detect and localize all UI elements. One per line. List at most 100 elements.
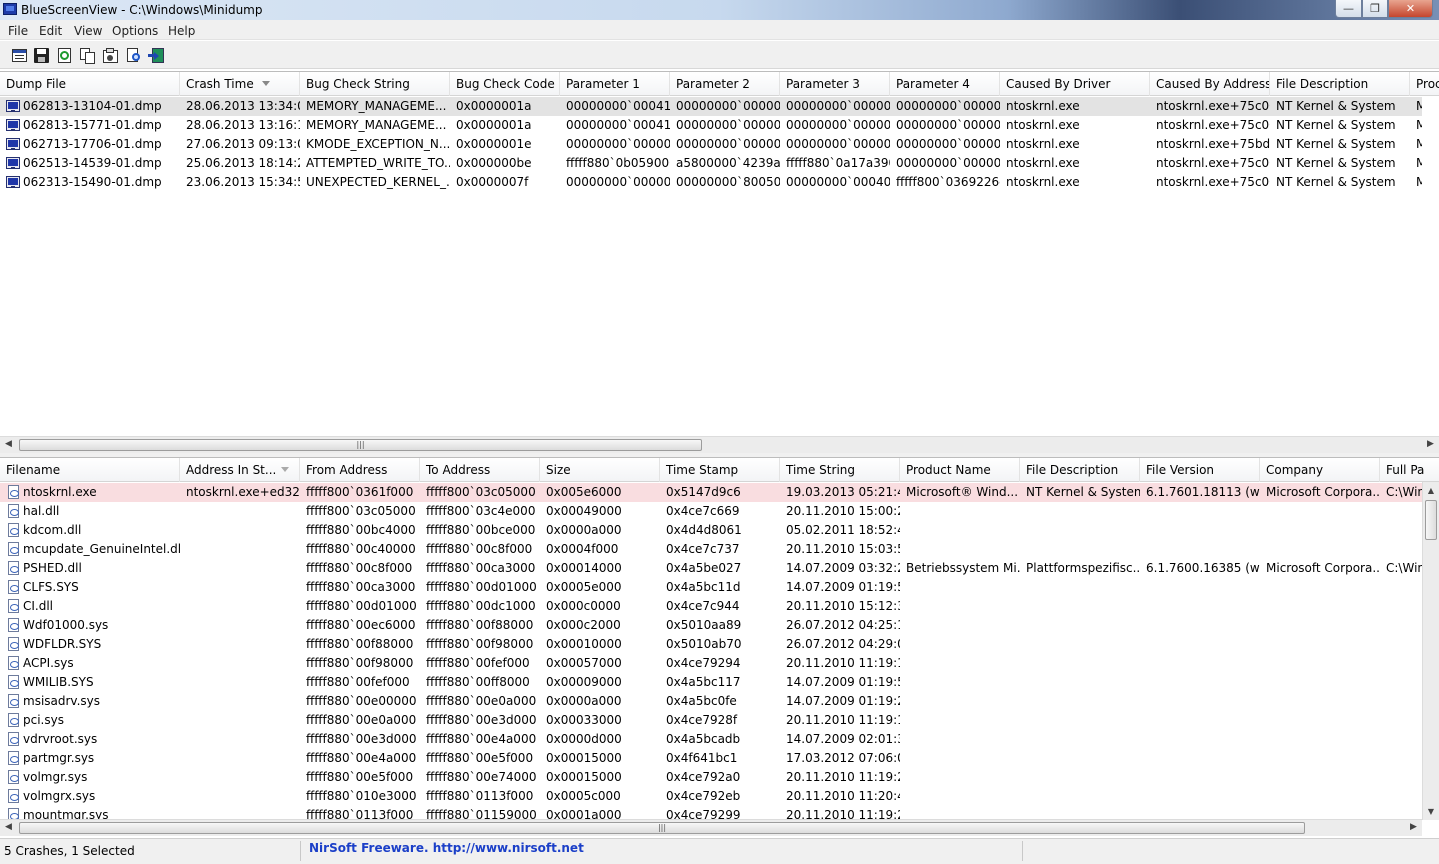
table-cell (1140, 578, 1260, 597)
column-header[interactable]: Crash Time (180, 72, 300, 96)
crash-list-horizontal-scrollbar[interactable]: ◀ ||| ▶ (0, 436, 1439, 453)
scrollbar-thumb[interactable]: ||| (19, 439, 702, 451)
table-row[interactable]: ntoskrnl.exe ntoskrnl.exe+ed32 fffff800`03… (0, 483, 1422, 502)
table-row[interactable]: kdcom.dll fffff880`00bc4000 fffff880`00bce… (0, 521, 1422, 540)
table-row[interactable]: partmgr.sys fffff880`00e4a000 fffff880`00e… (0, 749, 1422, 768)
close-button[interactable]: ✕ (1388, 0, 1433, 18)
table-cell (1140, 654, 1260, 673)
table-cell (1380, 787, 1422, 806)
column-header[interactable]: Time String (780, 458, 900, 482)
table-cell: 0x0000d000 (546, 732, 622, 746)
table-cell: 00000000`000000... (896, 99, 1000, 113)
column-header[interactable]: Parameter 1 (560, 72, 670, 96)
menu-edit[interactable]: Edit (39, 24, 62, 38)
table-row[interactable]: 062813-13104-01.dmp 28.06.2013 13:34:02 ME… (0, 97, 1422, 116)
exit-icon[interactable] (147, 46, 165, 64)
table-row[interactable]: volmgrx.sys fffff880`010e3000 fffff880`011… (0, 787, 1422, 806)
column-header[interactable]: Filename (0, 458, 180, 482)
table-cell (1020, 521, 1140, 540)
copy-icon[interactable] (78, 46, 96, 64)
column-header[interactable]: File Description (1270, 72, 1410, 96)
table-row[interactable]: 062513-14539-01.dmp 25.06.2013 18:14:22 AT… (0, 154, 1422, 173)
scroll-left-icon[interactable]: ◀ (0, 820, 17, 836)
crash-list[interactable]: Dump File Crash Time Bug Check String Bu… (0, 71, 1439, 453)
scroll-up-icon[interactable]: ▲ (1423, 482, 1439, 499)
table-row[interactable]: volmgr.sys fffff880`00e5f000 fffff880`00e7… (0, 768, 1422, 787)
maximize-button[interactable]: ❐ (1362, 0, 1388, 18)
column-header[interactable]: File Description (1020, 458, 1140, 482)
column-header[interactable]: Parameter 3 (780, 72, 890, 96)
table-cell: fffff880`00fef000 (306, 675, 410, 689)
find-icon[interactable] (124, 46, 142, 64)
scrollbar-thumb[interactable]: ||| (19, 822, 1305, 834)
table-row[interactable]: WDFLDR.SYS fffff880`00f88000 fffff880`00f9… (0, 635, 1422, 654)
advanced-options-icon[interactable] (101, 46, 119, 64)
menu-file[interactable]: File (8, 24, 28, 38)
table-row[interactable]: Wdf01000.sys fffff880`00ec6000 fffff880`00… (0, 616, 1422, 635)
save-icon[interactable] (32, 46, 50, 64)
column-header[interactable]: Proc (1410, 72, 1439, 96)
table-row[interactable]: vdrvroot.sys fffff880`00e3d000 fffff880`00… (0, 730, 1422, 749)
column-header[interactable]: From Address (300, 458, 420, 482)
column-header[interactable]: Parameter 4 (890, 72, 1000, 96)
table-row[interactable]: CLFS.SYS fffff880`00ca3000 fffff880`00d010… (0, 578, 1422, 597)
table-row[interactable]: msisadrv.sys fffff880`00e00000 fffff880`00… (0, 692, 1422, 711)
column-header[interactable]: Time Stamp (660, 458, 780, 482)
table-row[interactable]: 062313-15490-01.dmp 23.06.2013 15:34:53 UN… (0, 173, 1422, 192)
scroll-left-icon[interactable]: ◀ (0, 437, 17, 453)
column-header[interactable]: Company (1260, 458, 1380, 482)
table-cell: fffff880`00e5f000 (426, 751, 534, 765)
scroll-down-icon[interactable]: ▼ (1423, 803, 1439, 820)
refresh-icon[interactable] (55, 46, 73, 64)
scroll-right-icon[interactable]: ▶ (1405, 820, 1422, 836)
table-row[interactable]: PSHED.dll fffff880`00c8f000 fffff880`00ca3… (0, 559, 1422, 578)
column-header[interactable]: Caused By Address (1150, 72, 1270, 96)
table-cell: MEMORY_MANAGEME... (306, 99, 447, 113)
column-header[interactable]: Bug Check String (300, 72, 450, 96)
scroll-right-icon[interactable]: ▶ (1422, 437, 1439, 453)
properties-icon[interactable] (10, 46, 28, 64)
table-cell: fffff880`00e5f000 (306, 770, 414, 784)
table-row[interactable]: 062813-15771-01.dmp 28.06.2013 13:16:17 ME… (0, 116, 1422, 135)
table-cell (1020, 597, 1140, 616)
table-cell (1020, 635, 1140, 654)
table-cell: 20.11.2010 15:03:51 (786, 542, 900, 556)
driver-list[interactable]: Filename Address In St... From Address T… (0, 457, 1439, 836)
table-row[interactable]: WMILIB.SYS fffff880`00fef000 fffff880`00ff… (0, 673, 1422, 692)
table-row[interactable]: CI.dll fffff880`00d01000 fffff880`00dc1000… (0, 597, 1422, 616)
table-cell: 0x005e6000 (546, 485, 622, 499)
table-row[interactable]: pci.sys fffff880`00e0a000 fffff880`00e3d00… (0, 711, 1422, 730)
table-cell: 0x0000007f (456, 175, 529, 189)
table-cell (1260, 730, 1380, 749)
table-cell (1260, 521, 1380, 540)
column-header[interactable]: Parameter 2 (670, 72, 780, 96)
menu-help[interactable]: Help (168, 24, 195, 38)
table-row[interactable]: 062713-17706-01.dmp 27.06.2013 09:13:02 KM… (0, 135, 1422, 154)
column-header[interactable]: Product Name (900, 458, 1020, 482)
menu-options[interactable]: Options (112, 24, 158, 38)
column-header[interactable]: Full Pa (1380, 458, 1439, 482)
driver-list-vertical-scrollbar[interactable]: ▲ ▼ (1422, 482, 1439, 820)
table-cell: fffff880`0b059000 (566, 156, 670, 170)
table-row[interactable]: mcupdate_GenuineIntel.dll fffff880`00c400… (0, 540, 1422, 559)
table-cell (900, 578, 1020, 597)
minimize-button[interactable]: — (1335, 0, 1362, 18)
scrollbar-thumb[interactable] (1425, 500, 1437, 540)
table-row[interactable]: hal.dll fffff800`03c05000 fffff800`03c4e00… (0, 502, 1422, 521)
column-header[interactable]: Caused By Driver (1000, 72, 1150, 96)
table-cell: 0x00049000 (546, 504, 622, 518)
menu-bar: File Edit View Options Help (0, 20, 1439, 40)
column-header[interactable]: Bug Check Code (450, 72, 560, 96)
column-header[interactable]: To Address (420, 458, 540, 482)
nirsoft-link[interactable]: NirSoft Freeware. http://www.nirsoft.net (309, 841, 584, 855)
table-row[interactable]: ACPI.sys fffff880`00f98000 fffff880`00fef0… (0, 654, 1422, 673)
table-cell (900, 711, 1020, 730)
menu-view[interactable]: View (74, 24, 102, 38)
driver-list-horizontal-scrollbar[interactable]: ◀ ||| ▶ (0, 819, 1422, 836)
table-cell (1260, 673, 1380, 692)
title-bar[interactable]: BlueScreenView - C:\Windows\Minidump — ❐… (0, 0, 1439, 20)
column-header[interactable]: Size (540, 458, 660, 482)
column-header[interactable]: Dump File (0, 72, 180, 96)
table-cell: 14.07.2009 01:19:51 (786, 675, 900, 689)
column-header[interactable]: File Version (1140, 458, 1260, 482)
